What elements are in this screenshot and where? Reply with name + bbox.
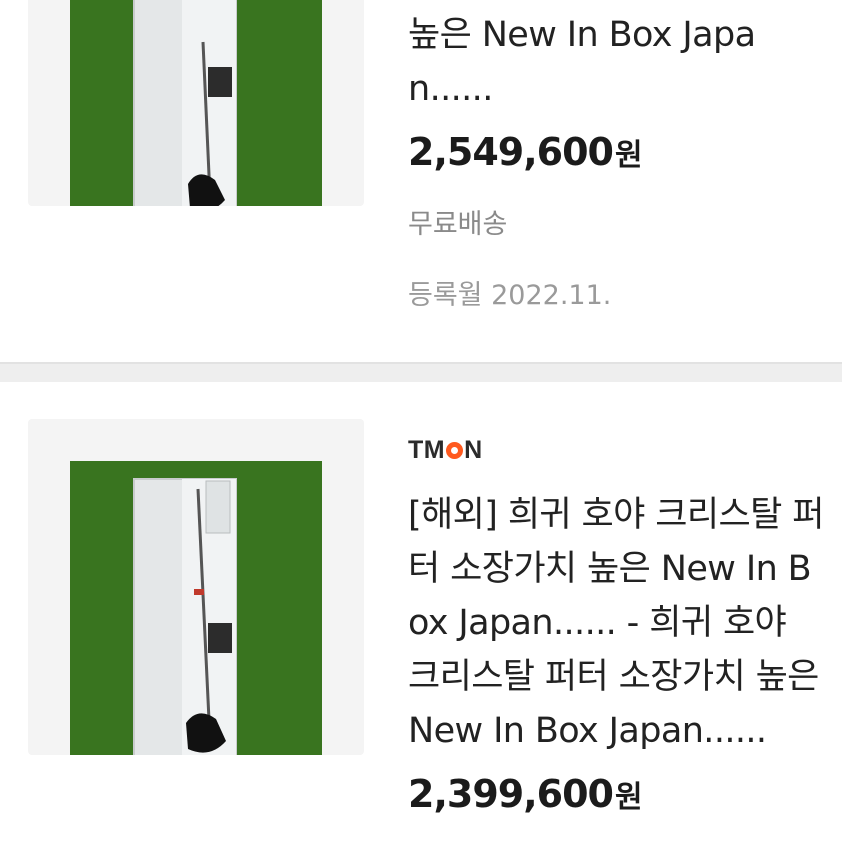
shipping-info: 무료배송 [408,209,508,240]
store-logo-suffix: N [464,435,483,464]
product-card[interactable]: TM N [해외] 희귀 호야 크리스탈 퍼터 소장가치 높은 New In Bo… [0,382,842,842]
product-title[interactable]: [해외] 희귀 호야 크리스탈 퍼터 소장가치 높은 New In Box Ja… [408,488,828,758]
product-price: 2,399,600원 [408,772,828,816]
shopping-results-page: 호야 크리스탈 퍼터 소장가치 높은 New In Box Japan.....… [0,0,842,842]
registration-date: 등록월 2022.11. [408,280,612,311]
store-logo-ring-icon [446,441,464,459]
product-thumbnail[interactable] [28,0,364,206]
product-card[interactable]: 호야 크리스탈 퍼터 소장가치 높은 New In Box Japan.....… [0,0,842,362]
product-info: TM N [해외] 희귀 호야 크리스탈 퍼터 소장가치 높은 New In Bo… [408,432,828,817]
price-currency: 원 [614,780,643,815]
putter-box-on-grass-image [70,461,322,755]
product-price: 2,549,600원 [408,130,828,174]
product-thumbnail[interactable] [28,419,364,755]
price-currency: 원 [614,138,643,173]
putter-box-on-grass-image [70,0,322,206]
store-logo-tmon: TM N [408,432,828,468]
section-divider [0,362,842,382]
price-value: 2,399,600 [408,772,614,816]
product-info: 호야 크리스탈 퍼터 소장가치 높은 New In Box Japan.....… [408,0,828,312]
store-logo-prefix: TM [408,435,446,464]
product-title[interactable]: 호야 크리스탈 퍼터 소장가치 높은 New In Box Japan.....… [408,0,828,116]
price-value: 2,549,600 [408,130,614,174]
